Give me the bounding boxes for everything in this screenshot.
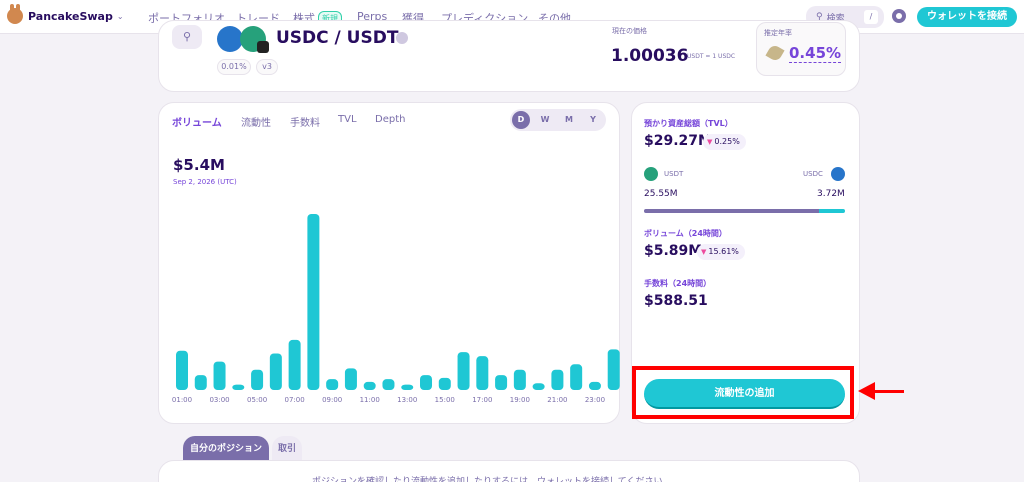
tvl-change-badge: ▼ 0.25% bbox=[703, 134, 746, 150]
volume-bar-21:00[interactable] bbox=[570, 364, 583, 390]
volume-bar-09:00[interactable] bbox=[344, 368, 357, 390]
x-tick-label: 19:00 bbox=[510, 396, 530, 404]
volume-bar-20:00[interactable] bbox=[551, 369, 564, 390]
tvl-value: $29.27M bbox=[644, 133, 712, 149]
volume-value: $5.89M bbox=[644, 243, 703, 259]
token-a-name: USDT bbox=[664, 170, 684, 178]
connect-wallet-message: ポジションを確認したり流動性を追加したりするには、ウォレットを接続してください bbox=[312, 477, 663, 482]
red-highlight-box bbox=[632, 366, 854, 419]
token-ratio-bar bbox=[644, 209, 845, 213]
token-a-amount: 25.55M bbox=[644, 189, 678, 199]
fees-label: 手数料（24時間） bbox=[644, 279, 712, 288]
token-a-share bbox=[644, 209, 820, 213]
volume-bar-19:00[interactable] bbox=[532, 383, 545, 390]
down-arrow-icon: ▼ bbox=[701, 248, 707, 256]
token-b-amount: 3.72M bbox=[817, 189, 845, 199]
x-tick-label: 13:00 bbox=[397, 396, 417, 404]
volume-bar-13:00[interactable] bbox=[420, 375, 433, 390]
volume-bar-22:00[interactable] bbox=[588, 381, 601, 390]
volume-bar-18:00[interactable] bbox=[513, 369, 526, 390]
tvl-change: 0.25% bbox=[714, 137, 740, 146]
volume-bar-01:00[interactable] bbox=[194, 375, 207, 390]
token-b-share bbox=[819, 209, 845, 213]
x-tick-label: 21:00 bbox=[547, 396, 567, 404]
volume-bar-04:00[interactable] bbox=[251, 369, 264, 390]
x-tick-label: 11:00 bbox=[360, 396, 380, 404]
volume-bar-10:00[interactable] bbox=[363, 381, 376, 390]
volume-bar-05:00[interactable] bbox=[269, 353, 282, 390]
fees-value: $588.51 bbox=[644, 293, 708, 309]
volume-bar-08:00[interactable] bbox=[326, 379, 339, 390]
x-tick-label: 01:00 bbox=[172, 396, 192, 404]
volume-bar-chart[interactable]: 01:00 03:00 05:00 07:00 09:00 11:00 13:00 15:00… bbox=[0, 0, 1024, 482]
x-tick-label: 17:00 bbox=[472, 396, 492, 404]
volume-bar-00:00[interactable] bbox=[176, 350, 188, 390]
usdt-token-icon bbox=[644, 167, 658, 181]
down-arrow-icon: ▼ bbox=[707, 138, 713, 146]
x-tick-label: 15:00 bbox=[435, 396, 455, 404]
volume-bar-17:00[interactable] bbox=[495, 375, 508, 390]
volume-bar-16:00[interactable] bbox=[476, 356, 489, 390]
tvl-label: 預かり資産総額（TVL） bbox=[644, 119, 733, 128]
red-arrow-shaft bbox=[874, 390, 904, 393]
x-tick-label: 07:00 bbox=[285, 396, 305, 404]
volume-bar-07:00[interactable] bbox=[307, 214, 320, 390]
volume-bar-11:00[interactable] bbox=[382, 379, 395, 390]
x-tick-label: 03:00 bbox=[209, 396, 229, 404]
token-b-name: USDC bbox=[803, 170, 823, 178]
tab-my-positions[interactable]: 自分のポジション bbox=[183, 436, 269, 462]
volume-change-badge: ▼ 15.61% bbox=[697, 244, 745, 260]
tab-transactions[interactable]: 取引 bbox=[272, 436, 302, 462]
usdc-token-icon bbox=[831, 167, 845, 181]
volume-change: 15.61% bbox=[708, 247, 739, 256]
volume-bar-14:00[interactable] bbox=[438, 377, 451, 390]
volume-bar-02:00[interactable] bbox=[213, 361, 226, 390]
volume-bar-03:00[interactable] bbox=[232, 384, 245, 390]
volume-bar-06:00[interactable] bbox=[288, 339, 301, 390]
x-tick-label: 23:00 bbox=[585, 396, 605, 404]
x-tick-label: 09:00 bbox=[322, 396, 342, 404]
volume-bar-23:00[interactable] bbox=[607, 349, 620, 390]
red-arrow-icon bbox=[858, 382, 875, 400]
x-tick-label: 05:00 bbox=[247, 396, 267, 404]
volume-label: ボリューム（24時間） bbox=[644, 229, 727, 238]
volume-bar-12:00[interactable] bbox=[401, 384, 414, 390]
volume-bar-15:00[interactable] bbox=[457, 352, 470, 390]
